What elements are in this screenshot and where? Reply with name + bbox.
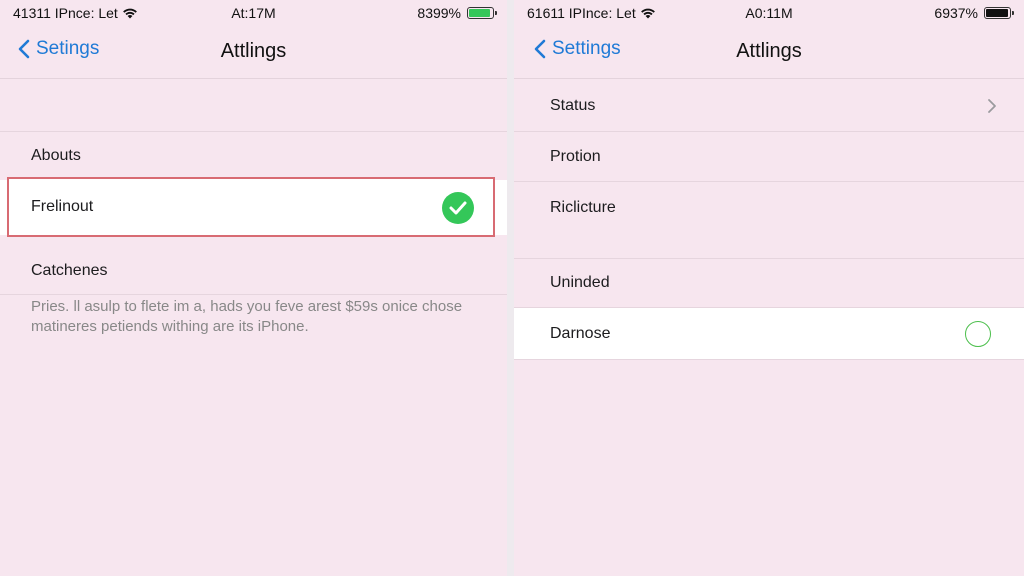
divider xyxy=(0,294,507,295)
back-button[interactable]: Settings xyxy=(534,38,621,60)
checkmark-icon xyxy=(442,192,474,224)
navigation-bar: Settings Attlings xyxy=(514,26,1024,79)
list-item-label: Protion xyxy=(550,147,601,165)
battery-percent: 6937% xyxy=(934,5,978,21)
back-button-label: Setings xyxy=(36,38,100,59)
battery-level xyxy=(986,9,1008,17)
chevron-left-icon xyxy=(18,39,30,59)
selected-option-row[interactable]: Frelinout xyxy=(7,177,495,237)
list-item-label: Darnose xyxy=(550,324,611,342)
list-item-uninded[interactable]: Uninded xyxy=(514,259,1024,307)
divider xyxy=(0,131,507,132)
back-button[interactable]: Setings xyxy=(18,38,99,60)
chevron-right-icon xyxy=(988,99,996,113)
battery-icon xyxy=(467,7,497,19)
section-header-abouts: Abouts xyxy=(0,133,507,179)
list-item-status[interactable]: Status xyxy=(514,81,1024,131)
battery-icon xyxy=(984,7,1014,19)
status-bar: 61611 IPInce: Let A0:11M 6937% xyxy=(514,0,1024,26)
selected-option-label: Frelinout xyxy=(31,198,94,215)
footer-note: Pries. ll asulp to flete im a, hads you … xyxy=(31,298,463,335)
battery-level xyxy=(469,9,490,17)
chevron-left-icon xyxy=(534,39,546,59)
navigation-bar: Setings Attlings xyxy=(0,26,507,79)
abouts-label: Abouts xyxy=(31,147,81,164)
left-phone-screen: 41311 IPnce: Let At:17M 8399% Setings At… xyxy=(0,0,507,576)
battery-percent: 8399% xyxy=(417,5,461,21)
status-bar: 41311 IPnce: Let At:17M 8399% xyxy=(0,0,507,26)
list-item-label: Uninded xyxy=(550,274,610,291)
list-item-riclicture[interactable]: Riclicture xyxy=(514,182,1024,234)
list-item-label: Riclicture xyxy=(550,199,616,216)
radio-circle-icon[interactable] xyxy=(965,321,991,347)
list-item-darnose[interactable]: Darnose xyxy=(514,307,1024,360)
back-button-label: Settings xyxy=(552,38,621,59)
list-item-label: Status xyxy=(550,97,596,114)
right-phone-screen: 61611 IPInce: Let A0:11M 6937% Settings … xyxy=(514,0,1024,576)
section-header-catchenes: Catchenes xyxy=(0,248,507,294)
catchenes-label: Catchenes xyxy=(31,262,108,279)
list-item-protion[interactable]: Protion xyxy=(514,132,1024,181)
